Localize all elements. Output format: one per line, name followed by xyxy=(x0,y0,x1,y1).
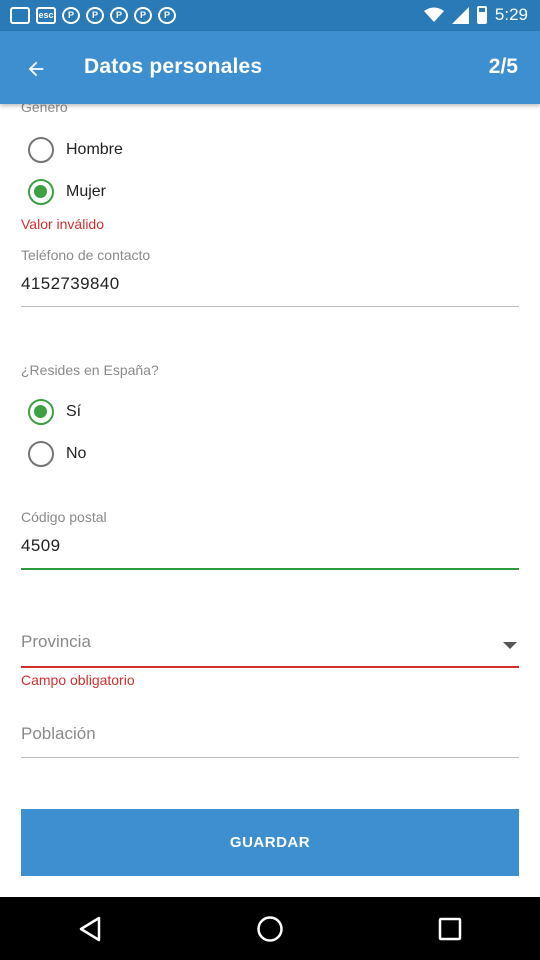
gender-label: Género xyxy=(21,104,68,115)
radio-hombre[interactable]: Hombre xyxy=(28,137,123,163)
radio-mujer[interactable]: Mujer xyxy=(28,179,106,205)
arrow-back-icon xyxy=(28,61,44,77)
city-input[interactable]: Población xyxy=(21,724,519,744)
phone-label: Teléfono de contacto xyxy=(21,247,151,263)
radio-checked-icon xyxy=(28,399,54,425)
radio-checked-icon xyxy=(28,179,54,205)
province-dropdown[interactable]: Provincia xyxy=(21,632,519,662)
radio-no[interactable]: No xyxy=(28,441,86,467)
gender-error: Valor inválido xyxy=(21,216,105,232)
back-button[interactable] xyxy=(20,53,52,85)
clock: 5:29 xyxy=(494,5,528,24)
radio-label: Mujer xyxy=(66,183,107,200)
radio-label: Hombre xyxy=(66,141,123,158)
page-title: Datos personales xyxy=(84,55,263,78)
save-button[interactable]: GUARDAR xyxy=(21,809,519,876)
residence-label: ¿Resides en España? xyxy=(21,362,159,378)
postal-code-input[interactable]: 4509 xyxy=(21,536,519,556)
home-nav-button[interactable] xyxy=(240,904,300,954)
pinterest-icon: P xyxy=(158,7,176,24)
home-circle-icon xyxy=(257,915,283,942)
signal-icon xyxy=(451,6,469,24)
phone-underline xyxy=(21,306,519,307)
province-error: Campo obligatorio xyxy=(21,672,135,688)
postal-code-label: Código postal xyxy=(21,509,107,525)
radio-unchecked-icon xyxy=(28,441,54,467)
nfc-icon xyxy=(10,7,30,24)
recents-square-icon xyxy=(438,917,462,940)
province-placeholder: Provincia xyxy=(21,632,91,651)
esc-icon: esc xyxy=(36,7,56,24)
wifi-icon xyxy=(423,7,444,22)
back-nav-button[interactable] xyxy=(60,904,120,954)
radio-label: No xyxy=(66,445,87,462)
step-indicator: 2/5 xyxy=(488,55,518,78)
battery-icon xyxy=(476,6,487,24)
app-bar: Datos personales 2/5 xyxy=(0,31,540,104)
postal-code-underline xyxy=(21,568,519,570)
recents-nav-button[interactable] xyxy=(420,904,480,954)
radio-unchecked-icon xyxy=(28,137,54,163)
pinterest-icon: P xyxy=(110,7,128,24)
phone-input[interactable]: 4152739840 xyxy=(21,274,519,294)
notification-icons: esc P P P P P xyxy=(10,7,176,24)
radio-si[interactable]: Sí xyxy=(28,399,81,425)
status-bar: esc P P P P P 5:29 xyxy=(0,0,540,31)
pinterest-icon: P xyxy=(134,7,152,24)
city-underline xyxy=(21,757,519,758)
province-underline xyxy=(21,666,519,668)
pinterest-icon: P xyxy=(86,7,104,24)
radio-label: Sí xyxy=(66,403,82,420)
navigation-bar xyxy=(0,897,540,960)
dropdown-arrow-icon xyxy=(503,642,517,649)
back-triangle-icon xyxy=(79,916,101,941)
form-content[interactable]: Género Hombre Mujer Valor inválido Teléf… xyxy=(0,104,540,897)
pinterest-icon: P xyxy=(62,7,80,24)
